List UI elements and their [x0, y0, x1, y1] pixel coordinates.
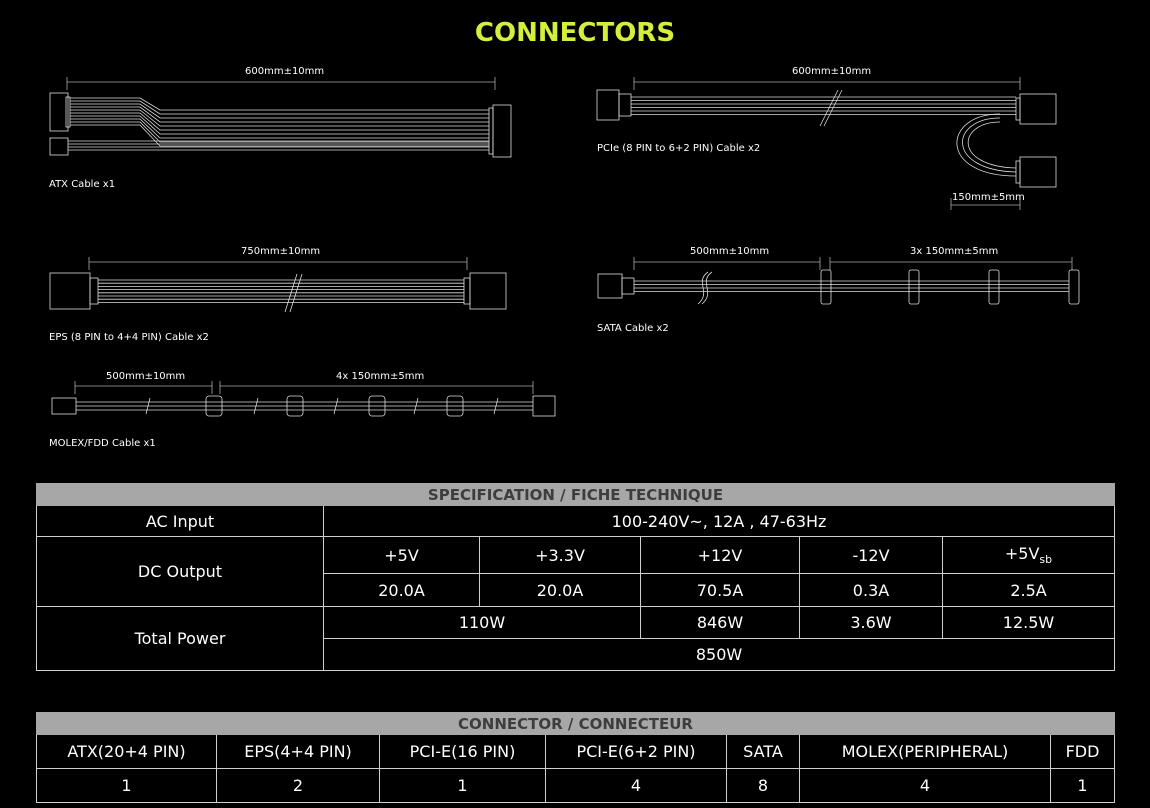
ac-input-value: 100-240V~, 12A , 47-63Hz — [322, 505, 1116, 537]
eps-length-label: 750mm±10mm — [241, 246, 320, 257]
power-5vsb: 12.5W — [941, 606, 1116, 639]
connector-count-pcie62: 4 — [545, 768, 727, 803]
dc-output-label: DC Output — [36, 536, 324, 607]
total-power-label: Total Power — [36, 606, 324, 671]
connector-name-pcie16: PCI-E(16 PIN) — [379, 734, 546, 769]
connector-count-atx: 1 — [36, 768, 217, 803]
rail-5vsb: +5Vsb — [941, 536, 1116, 574]
rail-minus-12v: -12V — [799, 536, 943, 574]
rail-3v3: +3.3V — [479, 536, 641, 574]
connector-header: CONNECTOR / CONNECTEUR — [36, 712, 1115, 735]
atx-cable-diagram — [49, 77, 512, 158]
rail-5vsb-subscript: sb — [1039, 553, 1053, 567]
pcie-length-label: 600mm±10mm — [792, 66, 871, 77]
molex-cable-label: MOLEX/FDD Cable x1 — [49, 438, 156, 449]
power-minus-12v: 3.6W — [799, 606, 943, 639]
wire-line — [70, 124, 489, 147]
current-12v: 70.5A — [640, 573, 800, 607]
current-5v: 20.0A — [323, 573, 480, 607]
connector-name-pcie62: PCI-E(6+2 PIN) — [545, 734, 727, 769]
specification-table: SPECIFICATION / FICHE TECHNIQUE AC Input… — [35, 483, 1116, 671]
cable-diagrams: 600mm±10mm ATX Cable x1 600mm±10mm 150mm… — [49, 66, 1080, 449]
eps-cable-label: EPS (8 PIN to 4+4 PIN) Cable x2 — [49, 332, 209, 343]
pcie-cable-label: PCIe (8 PIN to 6+2 PIN) Cable x2 — [597, 143, 760, 154]
rail-5v: +5V — [323, 536, 480, 574]
wire-line — [70, 106, 489, 123]
connector-count-eps: 2 — [216, 768, 380, 803]
connector-name-sata: SATA — [726, 734, 800, 769]
sata-segment-length-label: 3x 150mm±5mm — [910, 246, 998, 257]
wire-line — [70, 100, 489, 115]
atx-cable-label: ATX Cable x1 — [49, 179, 115, 190]
molex-segment-length-label: 4x 150mm±5mm — [336, 371, 424, 382]
connector-name-fdd: FDD — [1050, 734, 1115, 769]
power-5v-3v3: 110W — [323, 606, 641, 639]
molex-cable-diagram — [51, 381, 556, 417]
connector-count-fdd: 1 — [1050, 768, 1115, 803]
power-12v: 846W — [640, 606, 800, 639]
sata-cable-label: SATA Cable x2 — [597, 323, 669, 334]
current-minus-12v: 0.3A — [799, 573, 943, 607]
connector-count-pcie16: 1 — [379, 768, 546, 803]
rail-12v: +12V — [640, 536, 800, 574]
connector-name-eps: EPS(4+4 PIN) — [216, 734, 380, 769]
spec-header: SPECIFICATION / FICHE TECHNIQUE — [35, 483, 1116, 506]
wire-line — [70, 112, 489, 131]
atx-length-label: 600mm±10mm — [245, 66, 324, 77]
ac-input-label: AC Input — [36, 505, 324, 537]
molex-length-label: 500mm±10mm — [106, 371, 185, 382]
connector-count-sata: 8 — [726, 768, 800, 803]
current-5vsb: 2.5A — [941, 573, 1116, 607]
power-total: 850W — [322, 638, 1116, 671]
sata-cable-diagram — [597, 257, 1080, 305]
rail-5vsb-main: +5V — [1004, 543, 1040, 563]
connector-count-molex: 4 — [799, 768, 1051, 803]
connector-name-atx: ATX(20+4 PIN) — [36, 734, 217, 769]
connector-table: CONNECTOR / CONNECTEUR ATX(20+4 PIN) EPS… — [36, 712, 1115, 803]
eps-cable-diagram — [49, 257, 507, 313]
connector-name-molex: MOLEX(PERIPHERAL) — [799, 734, 1051, 769]
sata-length-label: 500mm±10mm — [690, 246, 769, 257]
current-3v3: 20.0A — [479, 573, 641, 607]
pcie-branch-length-label: 150mm±5mm — [952, 192, 1025, 203]
